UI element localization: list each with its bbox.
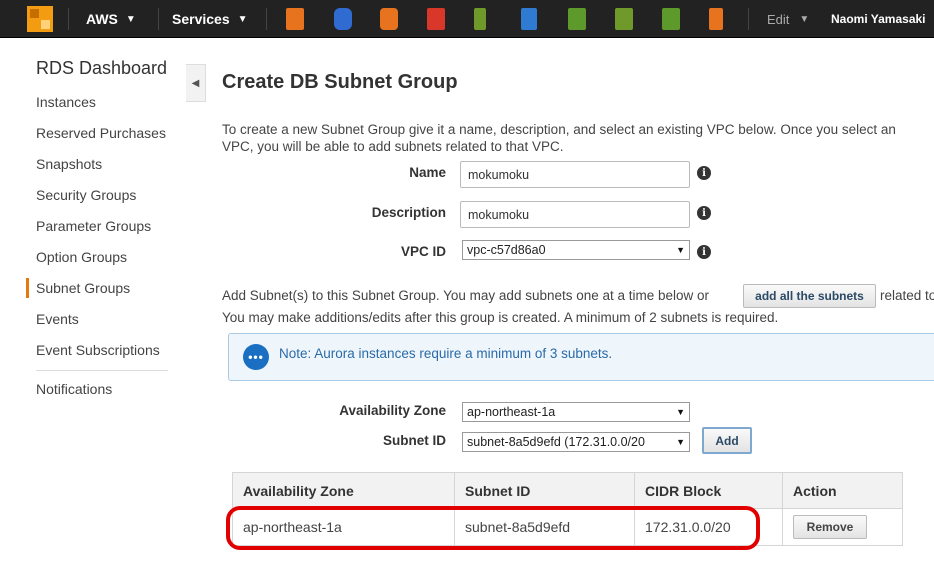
dropdown-arrow-icon: ▼ [676, 407, 685, 417]
intro-text: To create a new Subnet Group give it a n… [222, 121, 934, 155]
chevron-down-icon: ▼ [799, 13, 810, 25]
name-field[interactable] [460, 161, 690, 188]
add-subnet-instructions: Add Subnet(s) to this Subnet Group. You … [222, 288, 709, 303]
cloudfront-icon[interactable] [380, 8, 398, 30]
aws-menu-label: AWS [86, 11, 118, 27]
add-subnet-text-a: Add Subnet(s) to this Subnet Group. You … [222, 288, 710, 303]
sidebar-item-event-subscriptions[interactable]: Event Subscriptions [36, 342, 160, 358]
user-menu[interactable]: Naomi Yamasaki [831, 0, 926, 38]
cell-availability-zone: ap-northeast-1a [233, 509, 455, 545]
active-indicator [26, 278, 29, 298]
availability-zone-select[interactable]: ap-northeast-1a ▼ [462, 402, 690, 422]
page-title: Create DB Subnet Group [222, 71, 458, 93]
services-menu-label: Services [172, 11, 230, 27]
column-header-subnet-id: Subnet ID [455, 473, 635, 508]
vpc-id-value: vpc-c57d86a0 [467, 243, 546, 257]
info-icon[interactable]: i [697, 245, 711, 259]
sidebar-title[interactable]: RDS Dashboard [36, 58, 167, 79]
column-header-availability-zone: Availability Zone [233, 473, 455, 508]
services-menu[interactable]: Services ▼ [172, 0, 248, 38]
speech-bubble-icon: ••• [243, 344, 269, 370]
nav-divider [748, 8, 749, 30]
directconnect-icon[interactable] [521, 8, 537, 30]
dropdown-arrow-icon: ▼ [676, 437, 685, 447]
sidebar-item-reserved-purchases[interactable]: Reserved Purchases [36, 125, 166, 141]
sidebar-item-instances[interactable]: Instances [36, 94, 96, 110]
nav-divider [266, 8, 267, 30]
table-header: Availability Zone Subnet ID CIDR Block A… [233, 473, 902, 509]
workspaces-icon[interactable] [662, 8, 680, 30]
subnet-id-select[interactable]: subnet-8a5d9efd (172.31.0.0/20 ▼ [462, 432, 690, 452]
aurora-note-text: Note: Aurora instances require a minimum… [279, 346, 613, 361]
add-subnet-button[interactable]: Add [702, 427, 752, 454]
ec2-icon[interactable] [286, 8, 304, 30]
sidebar-item-subnet-groups[interactable]: Subnet Groups [36, 280, 130, 296]
opsworks-icon[interactable] [615, 8, 633, 30]
main-content: Create DB Subnet Group To create a new S… [206, 38, 934, 564]
info-icon[interactable]: i [697, 166, 711, 180]
chevron-down-icon: ▼ [125, 13, 136, 25]
sidebar-item-parameter-groups[interactable]: Parameter Groups [36, 218, 151, 234]
aws-menu[interactable]: AWS ▼ [86, 0, 136, 38]
subnet-table: Availability Zone Subnet ID CIDR Block A… [232, 472, 903, 546]
elastic-beanstalk-icon[interactable] [474, 8, 486, 30]
subnet-id-label: Subnet ID [383, 433, 446, 448]
cell-cidr-block: 172.31.0.0/20 [635, 509, 783, 545]
add-subnet-text-line-2: You may make additions/edits after this … [222, 310, 779, 325]
sidebar-item-notifications[interactable]: Notifications [36, 381, 112, 397]
info-icon[interactable]: i [697, 206, 711, 220]
description-field[interactable] [460, 201, 690, 228]
vpc-icon[interactable] [568, 8, 586, 30]
codedeploy-icon[interactable] [709, 8, 723, 30]
subnet-id-value: subnet-8a5d9efd (172.31.0.0/20 [467, 435, 645, 449]
aurora-note: ••• Note: Aurora instances require a min… [228, 333, 934, 381]
column-header-action: Action [793, 482, 837, 499]
cell-subnet-id: subnet-8a5d9efd [455, 509, 635, 545]
nav-divider [68, 8, 69, 30]
cell-action: Remove [783, 509, 902, 545]
add-all-subnets-button[interactable]: add all the subnets [743, 284, 876, 308]
intro-line-1: To create a new Subnet Group give it a n… [222, 122, 896, 137]
sidebar-item-events[interactable]: Events [36, 311, 79, 327]
sidebar-item-security-groups[interactable]: Security Groups [36, 187, 136, 203]
sidebar-item-option-groups[interactable]: Option Groups [36, 249, 127, 265]
column-header-cidr-block: CIDR Block [635, 473, 783, 508]
edit-menu-label: Edit [767, 11, 790, 27]
remove-subnet-button[interactable]: Remove [793, 515, 867, 539]
chevron-left-icon: ◀ [191, 77, 200, 89]
nav-divider [158, 8, 159, 30]
description-label: Description [371, 205, 446, 220]
availability-zone-label: Availability Zone [339, 403, 446, 418]
cloudformation-icon[interactable] [427, 8, 445, 30]
top-navigation-bar: AWS ▼ Services ▼ Edit ▼ Naomi Yamasaki [0, 0, 934, 38]
availability-zone-value: ap-northeast-1a [467, 405, 556, 419]
sidebar-item-snapshots[interactable]: Snapshots [36, 156, 102, 172]
dropdown-arrow-icon: ▼ [676, 245, 685, 255]
table-row: ap-northeast-1a subnet-8a5d9efd 172.31.0… [233, 509, 902, 545]
sidebar-divider [36, 370, 168, 371]
s3-icon[interactable] [334, 8, 352, 30]
add-subnet-text-b: related to [880, 288, 934, 303]
edit-menu[interactable]: Edit ▼ [767, 0, 809, 38]
chevron-down-icon: ▼ [237, 13, 248, 25]
vpc-id-select[interactable]: vpc-c57d86a0 ▼ [462, 240, 690, 260]
vpc-id-label: VPC ID [400, 244, 446, 259]
intro-line-2: VPC, you will be able to add subnets rel… [222, 139, 564, 154]
name-label: Name [409, 165, 446, 180]
collapse-sidebar-button[interactable]: ◀ [186, 64, 206, 102]
